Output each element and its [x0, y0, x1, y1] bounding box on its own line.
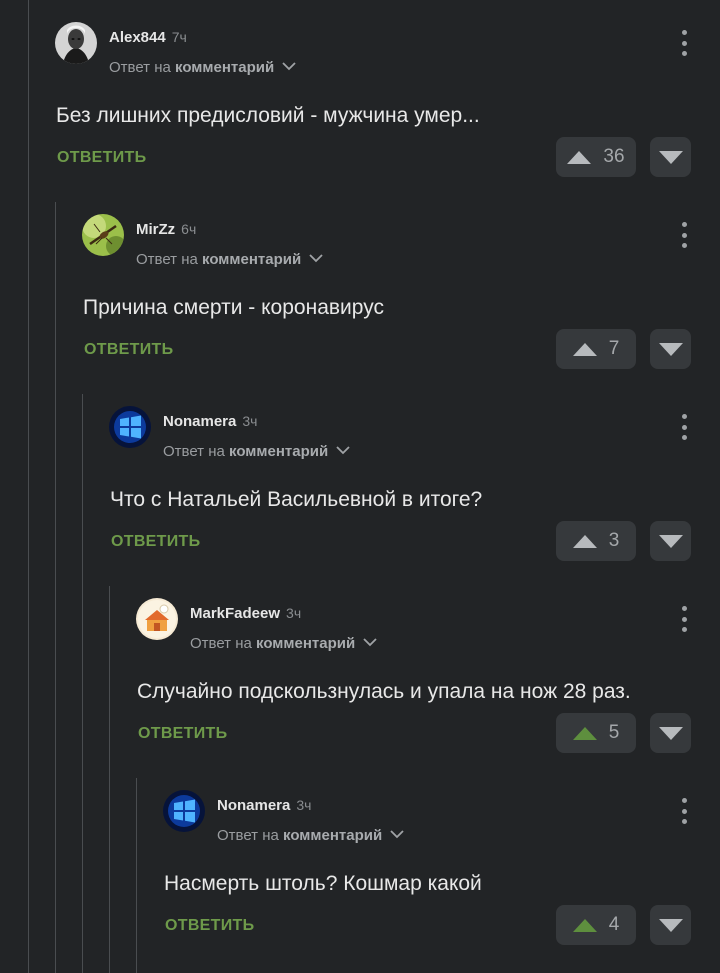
thread-line — [55, 202, 56, 973]
comment-text: Причина смерти - коронавирус — [83, 296, 384, 319]
avatar-insect-icon[interactable] — [82, 214, 124, 256]
reply-to-prefix: Ответ на — [163, 443, 225, 460]
chevron-down-icon[interactable] — [363, 638, 378, 647]
rating-count: 3 — [608, 530, 620, 551]
reply-to-target[interactable]: комментарий — [175, 59, 274, 76]
rating-count: 36 — [603, 146, 625, 167]
username[interactable]: Nonamera 3ч — [163, 413, 257, 430]
arrow-up-icon — [572, 342, 597, 356]
username[interactable]: MirZz 6ч — [136, 221, 196, 238]
avatar-windows-logo-icon[interactable] — [163, 790, 205, 832]
arrow-down-icon — [658, 918, 683, 932]
username[interactable]: MarkFadeew 3ч — [190, 605, 301, 622]
reply-button[interactable]: ОТВЕТИТЬ — [84, 341, 173, 359]
reply-to[interactable]: Ответ на комментарий — [109, 59, 297, 76]
reply-to-target[interactable]: комментарий — [256, 635, 355, 652]
thread-line — [82, 394, 83, 973]
downvote-button[interactable] — [650, 137, 691, 177]
upvote-button[interactable]: 36 — [556, 137, 636, 177]
reply-to-prefix: Ответ на — [136, 251, 198, 268]
reply-button[interactable]: ОТВЕТИТЬ — [111, 533, 200, 551]
upvote-button[interactable]: 7 — [556, 329, 636, 369]
thread-line — [109, 586, 110, 973]
arrow-up-icon — [572, 918, 597, 932]
downvote-button[interactable] — [650, 521, 691, 561]
thread-line — [136, 778, 137, 973]
arrow-down-icon — [658, 726, 683, 740]
more-menu-icon[interactable] — [676, 414, 692, 440]
more-menu-icon[interactable] — [676, 30, 692, 56]
arrow-down-icon — [658, 150, 683, 164]
downvote-button[interactable] — [650, 905, 691, 945]
more-menu-icon[interactable] — [676, 798, 692, 824]
chevron-down-icon[interactable] — [336, 446, 351, 455]
downvote-button[interactable] — [650, 713, 691, 753]
reply-to-target[interactable]: комментарий — [202, 251, 301, 268]
avatar-windows-logo-icon[interactable] — [109, 406, 151, 448]
reply-button[interactable]: ОТВЕТИТЬ — [57, 149, 146, 167]
reply-button[interactable]: ОТВЕТИТЬ — [138, 725, 227, 743]
more-menu-icon[interactable] — [676, 222, 692, 248]
avatar-cartoon-icon[interactable] — [136, 598, 178, 640]
username-label: Alex844 — [109, 29, 166, 46]
arrow-up-icon — [572, 534, 597, 548]
thread-line — [28, 0, 29, 973]
reply-to-prefix: Ответ на — [190, 635, 252, 652]
reply-to[interactable]: Ответ на комментарий — [190, 635, 378, 652]
username[interactable]: Nonamera 3ч — [217, 797, 311, 814]
chevron-down-icon[interactable] — [282, 62, 297, 71]
chevron-down-icon[interactable] — [390, 830, 405, 839]
avatar-portrait-icon[interactable] — [55, 22, 97, 64]
comment-text: Без лишних предисловий - мужчина умер... — [56, 104, 480, 127]
username[interactable]: Alex844 7ч — [109, 29, 187, 46]
username-label: Nonamera — [217, 797, 291, 814]
comment-time: 3ч — [242, 413, 258, 429]
rating-count: 5 — [608, 722, 620, 743]
upvote-button[interactable]: 3 — [556, 521, 636, 561]
comment-text: Что с Натальей Васильевной в итоге? — [110, 488, 483, 511]
comment-time: 7ч — [171, 29, 187, 45]
comment-text: Насмерть штоль? Кошмар какой — [164, 872, 482, 895]
rating-count: 4 — [608, 914, 620, 935]
arrow-down-icon — [658, 342, 683, 356]
comment-text: Случайно подскользнулась и упала на нож … — [137, 680, 631, 703]
arrow-down-icon — [658, 534, 683, 548]
rating-count: 7 — [608, 338, 620, 359]
comment-time: 3ч — [286, 605, 302, 621]
reply-button[interactable]: ОТВЕТИТЬ — [165, 917, 254, 935]
arrow-up-icon — [567, 150, 592, 164]
reply-to-prefix: Ответ на — [109, 59, 171, 76]
upvote-button[interactable]: 4 — [556, 905, 636, 945]
downvote-button[interactable] — [650, 329, 691, 369]
upvote-button[interactable]: 5 — [556, 713, 636, 753]
username-label: MirZz — [136, 221, 176, 238]
reply-to[interactable]: Ответ на комментарий — [163, 443, 351, 460]
reply-to-target[interactable]: комментарий — [283, 827, 382, 844]
username-label: Nonamera — [163, 413, 237, 430]
more-menu-icon[interactable] — [676, 606, 692, 632]
comment-time: 6ч — [181, 221, 197, 237]
reply-to-prefix: Ответ на — [217, 827, 279, 844]
username-label: MarkFadeew — [190, 605, 281, 622]
comment-time: 3ч — [296, 797, 312, 813]
reply-to[interactable]: Ответ на комментарий — [136, 251, 324, 268]
reply-to-target[interactable]: комментарий — [229, 443, 328, 460]
arrow-up-icon — [572, 726, 597, 740]
reply-to[interactable]: Ответ на комментарий — [217, 827, 405, 844]
chevron-down-icon[interactable] — [309, 254, 324, 263]
